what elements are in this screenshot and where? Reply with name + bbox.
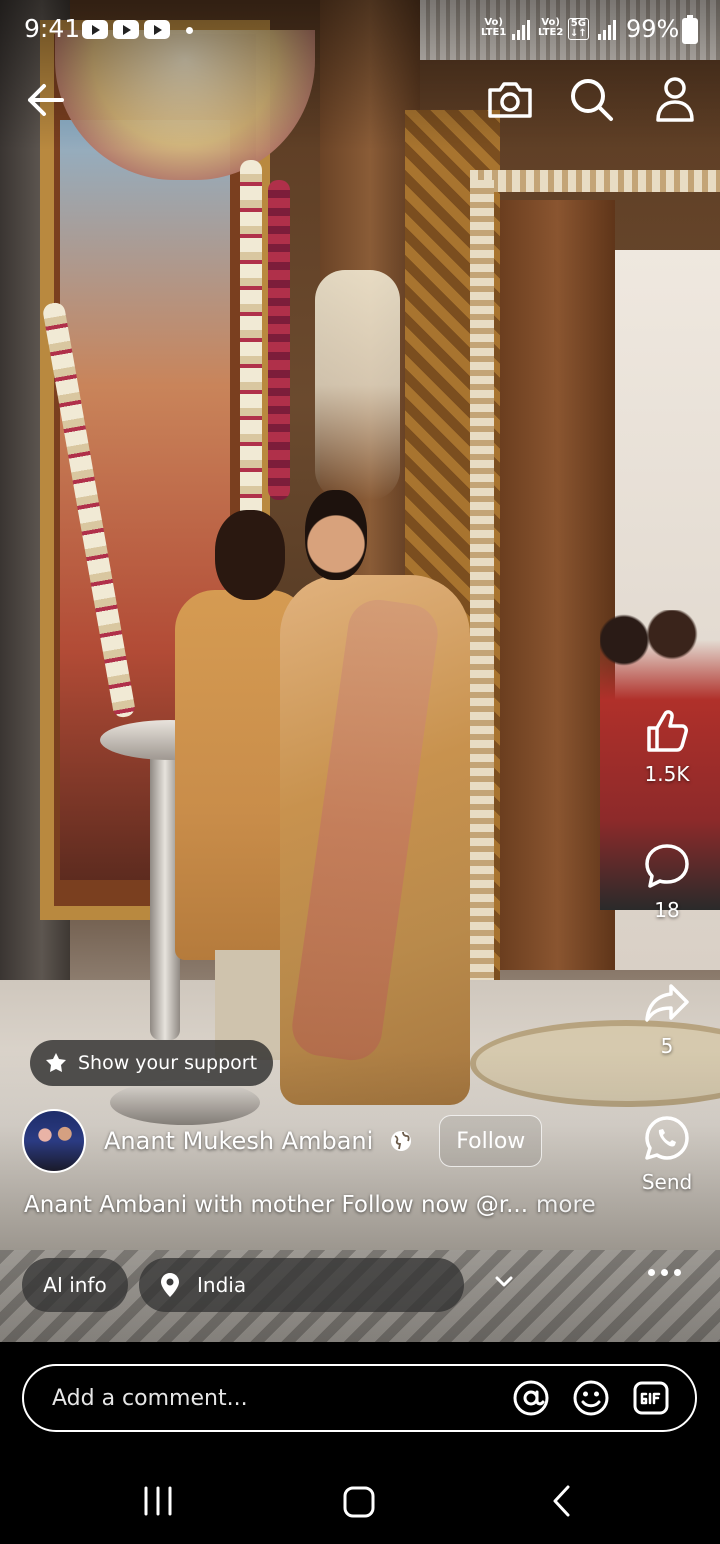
youtube-notification-icon [113,20,139,39]
gif-button[interactable] [631,1378,671,1418]
smiley-icon [573,1380,609,1416]
youtube-notification-icon [82,20,108,39]
video-person-head [305,490,367,580]
home-square-icon [343,1486,375,1518]
video-door-border [470,180,494,980]
network-5g-label: 5G ↓↑ [568,18,589,40]
arrow-left-icon [28,84,64,116]
ai-info-label: AI info [43,1273,107,1297]
dot-icon [661,1268,668,1276]
profile-icon [656,77,694,122]
network-lte1-bottom: LTE1 [481,27,507,38]
video-person-head [215,510,285,600]
like-button[interactable]: 1.5K [630,706,704,786]
author-avatar[interactable] [22,1109,86,1173]
follow-button[interactable]: Follow [439,1115,543,1167]
back-button[interactable] [22,78,70,122]
location-label: India [197,1273,247,1297]
more-notifications-dot-icon [186,27,193,34]
post-caption[interactable]: Anant Ambani with mother Follow now @r..… [24,1192,596,1218]
video-person-woman [280,490,470,1110]
network-lte2-bottom: LTE2 [538,27,564,38]
comment-bubble-icon [645,844,689,888]
like-count: 1.5K [644,762,690,786]
camera-button[interactable] [484,76,536,124]
status-bar: 9:41 Vo) LTE1 Vo) LTE2 5G ↓↑ 99% [0,0,720,62]
status-time: 9:41 [24,14,81,43]
video-garland [268,180,290,500]
battery-percent: 99% [626,15,680,43]
youtube-notification-icon [144,20,170,39]
battery-icon [682,15,698,44]
dot-icon [674,1268,681,1276]
network-lte2-label: Vo) LTE2 [538,18,563,38]
follow-label: Follow [456,1128,526,1154]
network-5g-bottom: ↓↑ [570,28,587,39]
chevron-left-icon [553,1485,570,1517]
search-button[interactable] [566,74,618,126]
author-row: Anant Mukesh Ambani Follow [22,1108,543,1174]
location-pin-icon [161,1273,179,1297]
show-support-button[interactable]: Show your support [30,1040,274,1086]
search-icon [571,79,613,121]
caption-more-link[interactable]: more [536,1192,596,1218]
video-candles [315,270,400,500]
at-sign-icon [513,1380,549,1416]
emoji-button[interactable] [571,1378,611,1418]
recent-apps-icon [144,1486,172,1516]
profile-button[interactable] [650,74,700,126]
comment-bar [22,1364,697,1432]
comment-count: 18 [654,898,680,922]
signal-strength-icon [512,18,530,40]
mention-button[interactable] [511,1378,551,1418]
comment-button[interactable]: 18 [630,842,704,922]
sparkle-star-icon [46,1053,66,1072]
more-options-button[interactable] [648,1262,688,1282]
network-lte1-label: Vo) LTE1 [481,18,506,38]
thumbs-up-icon [647,710,688,752]
location-chip[interactable]: India [139,1258,464,1312]
home-button[interactable] [342,1486,376,1522]
send-label: Send [641,1170,693,1194]
share-button[interactable]: 5 [630,978,704,1058]
ai-info-chip[interactable]: AI info [22,1258,128,1312]
expand-chevron-button[interactable] [494,1274,514,1293]
gif-icon [633,1381,669,1415]
camera-icon [488,82,532,118]
video-door-border-top [470,170,720,192]
author-name[interactable]: Anant Mukesh Ambani [104,1127,373,1155]
share-arrow-icon [645,984,689,1022]
chevron-down-icon [495,1276,513,1287]
show-support-label: Show your support [78,1052,258,1074]
video-door [500,200,615,970]
signal-strength-icon [598,18,616,40]
video-garland [240,160,262,520]
comment-input[interactable] [50,1384,511,1412]
globe-public-icon [391,1131,412,1151]
system-nav-bar [0,1456,720,1544]
notification-icons [82,20,170,39]
whatsapp-icon [645,1116,689,1160]
system-back-button[interactable] [550,1484,574,1522]
dot-icon [648,1268,655,1276]
caption-text: Anant Ambani with mother Follow now @r..… [24,1192,529,1218]
share-count: 5 [660,1034,674,1058]
recent-apps-button[interactable] [142,1486,174,1520]
send-whatsapp-button[interactable]: Send [630,1114,704,1194]
